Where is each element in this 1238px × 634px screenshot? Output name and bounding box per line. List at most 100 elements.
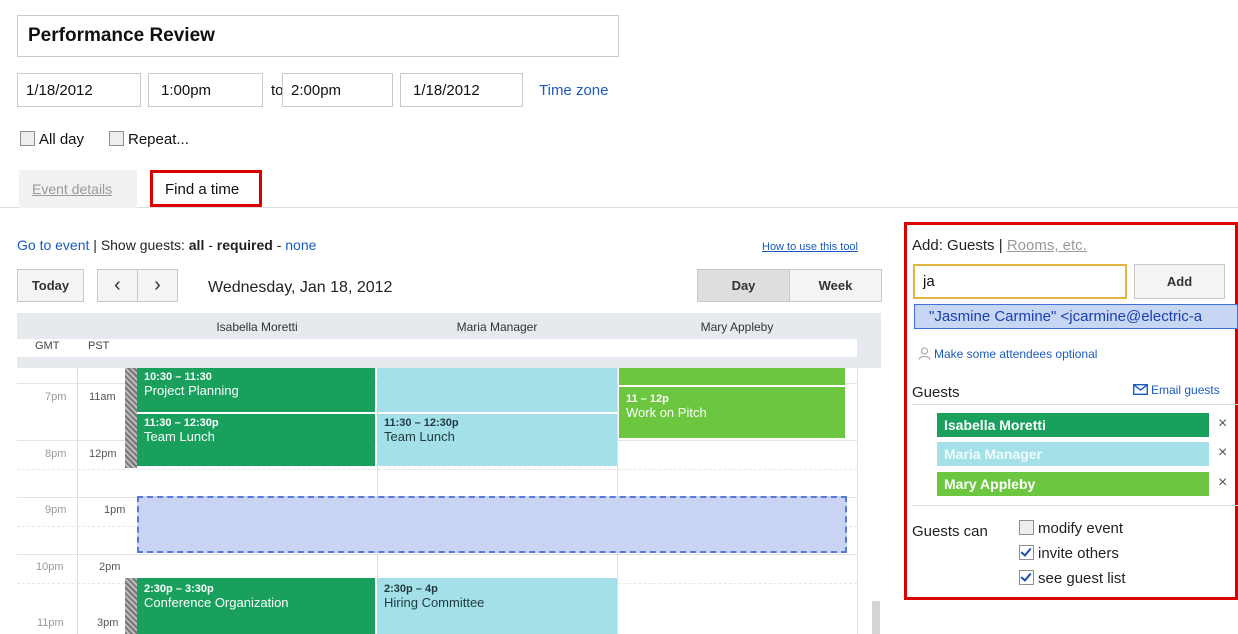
end-date-field[interactable]: 1/18/2012 — [400, 73, 523, 107]
event-time: 11 – 12p — [626, 393, 669, 405]
grid-scrollbar[interactable] — [872, 601, 880, 634]
remove-guest-icon[interactable]: × — [1218, 474, 1227, 492]
gmt-label: GMT — [35, 340, 60, 352]
proposed-time-selection[interactable] — [137, 496, 847, 553]
permission-row[interactable]: see guest list — [1019, 570, 1126, 587]
event-title: Team Lunch — [144, 429, 215, 444]
dash: - — [204, 237, 217, 253]
calendar-event[interactable]: 10:30 – 11:30 Project Planning — [137, 368, 375, 412]
tab-event-details[interactable]: Event details — [19, 170, 137, 208]
tab-find-a-time[interactable]: Find a time — [150, 170, 262, 207]
calendar-event[interactable]: 2:30p – 4p Hiring Committee — [377, 578, 617, 634]
event-time: 11:30 – 12:30p — [144, 417, 219, 429]
person-icon — [918, 347, 931, 360]
repeat-checkbox-row[interactable]: Repeat... — [109, 131, 189, 148]
separator: | — [998, 237, 1003, 254]
how-to-use-link[interactable]: How to use this tool — [762, 241, 858, 253]
pst-time-label: 1pm — [104, 504, 126, 516]
calendar-event[interactable]: 2:30p – 3:30p Conference Organization — [137, 578, 375, 634]
autocomplete-suggestion[interactable]: "Jasmine Carmine" <jcarmine@electric-a — [914, 304, 1238, 329]
pst-time-label: 3pm — [97, 617, 119, 629]
repeat-checkbox[interactable] — [109, 131, 124, 146]
rooms-tab[interactable]: Rooms, etc. — [1007, 237, 1087, 254]
event-time: 11:30 – 12:30p — [384, 417, 459, 429]
week-view-button[interactable]: Week — [789, 269, 882, 302]
pst-label: PST — [88, 340, 110, 352]
go-to-event-link[interactable]: Go to event — [17, 237, 89, 253]
all-day-label: All day — [39, 131, 85, 148]
chevron-left-icon[interactable]: ‹ — [97, 269, 138, 302]
grid-line — [17, 554, 857, 555]
tab-divider — [0, 207, 1238, 208]
current-date: Wednesday, Jan 18, 2012 — [208, 279, 393, 296]
start-time-field[interactable]: 1:00pm — [148, 73, 263, 107]
permission-row[interactable]: invite others — [1019, 545, 1119, 562]
email-guests-row[interactable]: Email guests — [1132, 383, 1220, 397]
grid-line — [17, 469, 857, 470]
grid-divider — [857, 368, 858, 634]
guest-chip[interactable]: Mary Appleby — [937, 472, 1209, 496]
end-time-field[interactable]: 2:00pm — [282, 73, 393, 107]
event-title: Team Lunch — [384, 429, 455, 444]
event-title: Conference Organization — [144, 595, 289, 610]
envelope-icon — [1132, 383, 1149, 396]
all-day-checkbox-row[interactable]: All day — [20, 131, 84, 148]
time-zone-link[interactable]: Time zone — [539, 82, 608, 99]
chevron-right-icon[interactable]: › — [137, 269, 178, 302]
see-guest-list-checkbox[interactable] — [1019, 570, 1034, 585]
show-guests-row: Go to event | Show guests: all - require… — [17, 237, 316, 253]
column-header-mary: Mary Appleby — [700, 320, 774, 334]
remove-guest-icon[interactable]: × — [1218, 415, 1227, 433]
event-title: Project Planning — [144, 383, 239, 398]
calendar-event[interactable]: 11 – 12p Work on Pitch — [619, 387, 845, 438]
today-button[interactable]: Today — [17, 269, 84, 302]
divider — [912, 404, 1238, 405]
remove-guest-icon[interactable]: × — [1218, 444, 1227, 462]
calendar-event-block[interactable] — [619, 368, 845, 385]
column-header-maria: Maria Manager — [456, 320, 538, 334]
event-title-input[interactable]: Performance Review — [17, 15, 619, 57]
permission-label: invite others — [1038, 545, 1119, 562]
dash: - — [272, 237, 286, 253]
pst-time-label: 11am — [89, 391, 116, 403]
event-time: 10:30 – 11:30 — [144, 371, 212, 383]
show-all-option[interactable]: all — [189, 237, 205, 253]
calendar-event[interactable]: 11:30 – 12:30p Team Lunch — [137, 414, 375, 466]
calendar-event-block[interactable] — [377, 368, 617, 412]
guest-chip[interactable]: Isabella Moretti — [937, 413, 1209, 437]
add-guest-button[interactable]: Add — [1134, 264, 1225, 299]
show-guests-label: Show guests: — [100, 237, 185, 253]
make-optional-row[interactable]: Make some attendees optional — [918, 347, 1097, 361]
event-title: Work on Pitch — [626, 405, 707, 420]
add-guest-input[interactable]: ja — [913, 264, 1127, 299]
separator: | — [89, 237, 101, 253]
start-date-field[interactable]: 1/18/2012 — [17, 73, 141, 107]
event-title: Hiring Committee — [384, 595, 485, 610]
make-optional-link[interactable]: Make some attendees optional — [934, 347, 1097, 361]
repeat-label: Repeat... — [128, 131, 189, 148]
email-guests-link[interactable]: Email guests — [1151, 383, 1220, 397]
guest-chip[interactable]: Maria Manager — [937, 442, 1209, 466]
event-time: 2:30p – 4p — [384, 583, 438, 595]
event-time: 2:30p – 3:30p — [144, 583, 214, 595]
invite-others-checkbox[interactable] — [1019, 545, 1034, 560]
show-required-option[interactable]: required — [217, 237, 273, 253]
gmt-time-label: 8pm — [45, 448, 67, 460]
pst-time-label: 12pm — [89, 448, 117, 460]
guests-tab[interactable]: Guests — [947, 237, 995, 254]
all-day-checkbox[interactable] — [20, 131, 35, 146]
add-row: Add: Guests | Rooms, etc. — [912, 237, 1087, 254]
day-view-button[interactable]: Day — [697, 269, 790, 302]
gmt-time-label: 10pm — [36, 561, 64, 573]
grid-divider — [77, 368, 78, 634]
calendar-event[interactable]: 11:30 – 12:30p Team Lunch — [377, 414, 617, 466]
gmt-time-label: 9pm — [45, 504, 67, 516]
permission-label: see guest list — [1038, 570, 1126, 587]
gmt-time-label: 11pm — [37, 617, 64, 629]
show-none-link[interactable]: none — [285, 237, 316, 253]
busy-hatch — [125, 578, 137, 634]
modify-event-checkbox[interactable] — [1019, 520, 1034, 535]
permission-row[interactable]: modify event — [1019, 520, 1123, 537]
guests-heading: Guests — [912, 384, 960, 401]
divider — [912, 505, 1238, 506]
